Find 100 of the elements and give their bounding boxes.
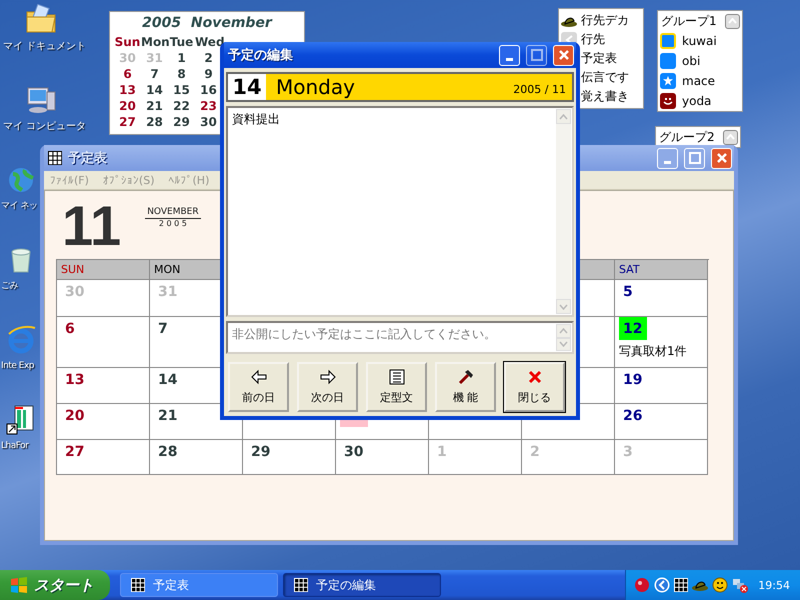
minimize-icon xyxy=(506,58,513,60)
desktop-icon-label[interactable]: マイ コンピュータ xyxy=(3,120,86,133)
day-number[interactable]: 30 xyxy=(195,114,222,130)
day-number[interactable]: 6 xyxy=(114,66,141,82)
member-name[interactable]: kuwai xyxy=(682,34,717,48)
day-number: 20 xyxy=(64,407,86,426)
day-number: 26 xyxy=(622,407,644,426)
taskbar-button[interactable]: 予定の編集 xyxy=(283,573,441,597)
member-name[interactable]: mace xyxy=(682,74,716,88)
scroll-down-icon xyxy=(559,341,568,348)
member-name[interactable]: yoda xyxy=(682,94,712,108)
scrollbar[interactable] xyxy=(556,324,571,351)
scroll-up-icon xyxy=(559,328,568,334)
day-number[interactable]: 15 xyxy=(168,82,195,98)
desktop-icon-label[interactable]: マイ ドキュメント xyxy=(3,40,86,53)
day-number[interactable]: 22 xyxy=(168,98,195,114)
menu-item[interactable]: 伝言です xyxy=(581,69,629,86)
calendar-cell[interactable]: 12 写真取材1件 xyxy=(615,317,708,368)
day-number[interactable]: 23 xyxy=(195,98,222,114)
chevron-icon[interactable] xyxy=(654,577,670,593)
day-number: 28 xyxy=(157,443,178,462)
day-number: 21 xyxy=(157,407,178,426)
day-number: 19 xyxy=(622,371,644,390)
minimize-button[interactable] xyxy=(499,44,520,66)
calendar-cell[interactable]: 29 xyxy=(243,440,336,475)
maximize-icon xyxy=(688,152,700,164)
action-button[interactable]: 閉じる xyxy=(504,362,565,412)
menu-item[interactable]: 予定表 xyxy=(581,50,617,67)
day-number[interactable]: 2 xyxy=(195,50,222,66)
day-number[interactable]: 14 xyxy=(141,82,168,98)
day-number[interactable]: 28 xyxy=(141,114,168,130)
scroll-up-icon xyxy=(559,114,568,120)
day-number[interactable]: 9 xyxy=(195,66,222,82)
smiley-icon[interactable] xyxy=(712,577,728,593)
day-number[interactable]: 29 xyxy=(168,114,195,130)
year-month-label: 2005 / 11 xyxy=(513,83,566,98)
day-number[interactable]: 21 xyxy=(141,98,168,114)
menu-item[interactable]: 行先デカ xyxy=(581,12,629,29)
weekday-label: Wed xyxy=(195,34,222,50)
day-number: 6 xyxy=(64,320,76,339)
member-name[interactable]: obi xyxy=(682,54,700,68)
calendar-cell[interactable]: 30 xyxy=(336,440,429,475)
day-number[interactable]: 1 xyxy=(168,50,195,66)
event-text: 写真取材1件 xyxy=(619,343,687,360)
calendar-cell[interactable]: 6 xyxy=(57,317,150,368)
day-number[interactable]: 8 xyxy=(168,66,195,82)
calendar-cell[interactable]: 20 xyxy=(57,404,150,440)
calendar-cell[interactable]: 19 xyxy=(615,368,708,404)
day-number[interactable]: 13 xyxy=(114,82,141,98)
start-button[interactable]: スタート xyxy=(0,570,110,600)
close-button[interactable] xyxy=(553,44,574,66)
calendar-cell[interactable]: 28 xyxy=(150,440,243,475)
hammer-icon xyxy=(456,369,474,385)
collapse-button[interactable] xyxy=(723,130,738,144)
taskbar-button[interactable]: 予定表 xyxy=(120,573,278,597)
menu-item[interactable]: 行先 xyxy=(581,31,605,48)
action-button[interactable]: 定型文 xyxy=(366,362,427,412)
left-arrow-icon xyxy=(250,369,268,385)
day-number: 5 xyxy=(622,283,634,302)
calendar-cell[interactable]: 27 xyxy=(57,440,150,475)
day-number[interactable]: 7 xyxy=(141,66,168,82)
desktop-icon-label[interactable]: ごみ xyxy=(1,280,39,293)
calendar-cell[interactable]: 13 xyxy=(57,368,150,404)
grid-icon xyxy=(674,578,688,592)
menu-item[interactable]: 覚え書き xyxy=(581,88,629,105)
calendar-cell[interactable]: 5 xyxy=(615,280,708,317)
maximize-button[interactable] xyxy=(684,148,705,168)
day-number: 12 xyxy=(619,317,647,340)
action-button[interactable]: 機 能 xyxy=(435,362,496,412)
group-title: グループ2 xyxy=(659,128,715,146)
collapse-button[interactable] xyxy=(725,14,740,28)
memo-field[interactable]: 資料提出 xyxy=(226,106,574,317)
action-button[interactable]: 前の日 xyxy=(228,362,289,412)
close-icon xyxy=(716,152,728,164)
member-avatar-icon[interactable] xyxy=(660,93,676,109)
close-button[interactable] xyxy=(711,148,732,168)
ball-icon[interactable] xyxy=(634,577,650,593)
calendar-cell[interactable]: 26 xyxy=(615,404,708,440)
right-arrow-icon xyxy=(318,369,336,385)
scroll-down-icon xyxy=(559,304,568,310)
day-number[interactable]: 27 xyxy=(114,114,141,130)
minimize-icon xyxy=(664,160,671,164)
day-number[interactable]: 20 xyxy=(114,98,141,114)
network-error-icon[interactable] xyxy=(732,577,748,593)
private-note-field[interactable]: 非公開にしたい予定はここに記入してください。 xyxy=(226,321,574,354)
month-number: 11 xyxy=(62,197,122,255)
day-number[interactable]: 16 xyxy=(195,82,222,98)
maximize-icon xyxy=(530,49,542,61)
maximize-button[interactable] xyxy=(526,44,547,66)
day-number: 3 xyxy=(622,443,634,462)
day-number: 27 xyxy=(64,443,86,462)
desktop-icon-label[interactable]: Inte Exp xyxy=(1,360,39,373)
weekday-label: Sun xyxy=(114,34,141,50)
desktop-icon-label[interactable]: マイ ネッ xyxy=(1,200,39,213)
minimize-button[interactable] xyxy=(657,148,678,168)
scrollbar[interactable] xyxy=(556,109,571,314)
grid-icon xyxy=(294,578,308,592)
grid-icon xyxy=(131,578,145,592)
column-header: SUN xyxy=(57,260,150,280)
action-button[interactable]: 次の日 xyxy=(297,362,358,412)
